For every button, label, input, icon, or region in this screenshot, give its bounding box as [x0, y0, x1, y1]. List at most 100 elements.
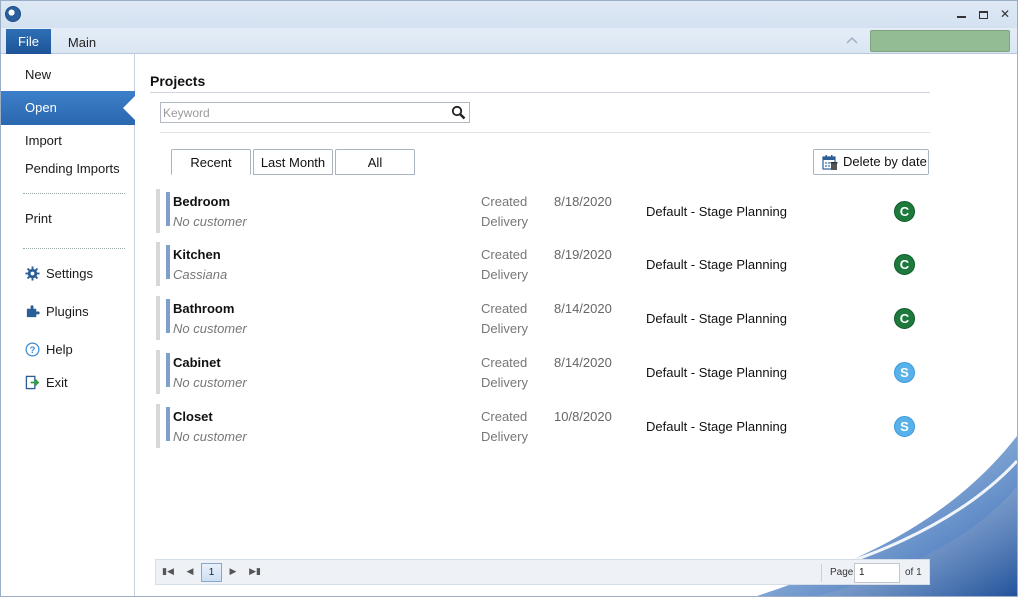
project-process: Default - Stage Planning: [646, 204, 787, 219]
row-margin: [156, 350, 160, 394]
tab-last-month[interactable]: Last Month: [253, 149, 333, 175]
minimize-icon: [956, 15, 966, 18]
status-badge: S: [894, 416, 915, 437]
search-divider: [160, 132, 930, 133]
calendar-delete-icon: [822, 155, 838, 170]
created-date: 8/14/2020: [554, 301, 612, 316]
main-tab[interactable]: Main: [59, 29, 105, 54]
menu-item-help-label: Help: [46, 342, 73, 357]
menu-item-settings[interactable]: Settings: [1, 261, 135, 287]
ribbon-tab-bar: File Main: [1, 28, 1017, 54]
help-icon: ?: [25, 342, 40, 357]
svg-text:?: ?: [30, 345, 36, 355]
project-process: Default - Stage Planning: [646, 311, 787, 326]
menu-item-plugins-label: Plugins: [46, 304, 89, 319]
project-row[interactable]: Closet No customer Created Delivery 10/8…: [156, 404, 926, 448]
pager: ▮◀ ◀ 1 ▶ ▶▮ Page 1 of 1: [155, 559, 930, 585]
menu-item-help[interactable]: ? Help: [1, 337, 135, 363]
menu-item-open[interactable]: Open: [1, 91, 135, 125]
gear-icon: [25, 266, 40, 281]
created-date: 8/14/2020: [554, 355, 612, 370]
backstage-menu: New Open Import Pending Imports Print Se…: [1, 54, 135, 596]
next-page-button[interactable]: ▶: [224, 564, 242, 581]
maximize-icon: [978, 10, 988, 19]
menu-item-print[interactable]: Print: [1, 206, 135, 232]
projects-panel: Projects Recent Last Month All Delete: [136, 54, 1017, 596]
created-date: 8/19/2020: [554, 247, 612, 262]
row-accent-bar: [166, 192, 170, 226]
project-name: Bedroom: [173, 194, 231, 209]
menu-item-new[interactable]: New: [1, 62, 135, 88]
maximize-button[interactable]: [975, 6, 991, 22]
created-date: 10/8/2020: [554, 409, 612, 424]
row-margin: [156, 189, 160, 233]
page-count-label: of 1: [905, 567, 922, 578]
project-row[interactable]: Bedroom No customer Created Delivery 8/1…: [156, 189, 926, 233]
menu-item-exit-label: Exit: [46, 375, 68, 390]
active-arrow-icon: [123, 96, 135, 120]
page-number-button[interactable]: 1: [201, 563, 222, 582]
project-process: Default - Stage Planning: [646, 257, 787, 272]
page-input[interactable]: 1: [854, 563, 900, 583]
menu-item-plugins[interactable]: Plugins: [1, 299, 135, 325]
project-process: Default - Stage Planning: [646, 419, 787, 434]
title-divider: [150, 92, 930, 93]
menu-item-settings-label: Settings: [46, 266, 93, 281]
delivery-label: Delivery: [481, 321, 528, 336]
project-customer: Cassiana: [173, 267, 228, 282]
menu-item-open-label: Open: [25, 100, 57, 115]
exit-icon: [25, 375, 40, 390]
tab-recent[interactable]: Recent: [171, 149, 251, 175]
status-badge: C: [894, 308, 915, 329]
status-indicator: [870, 30, 1010, 52]
row-margin: [156, 242, 160, 286]
row-accent-bar: [166, 245, 170, 279]
search-icon[interactable]: [451, 105, 466, 120]
created-date: 8/18/2020: [554, 194, 612, 209]
menu-separator: [23, 193, 125, 194]
delivery-label: Delivery: [481, 429, 528, 444]
status-badge: C: [894, 254, 915, 275]
project-process: Default - Stage Planning: [646, 365, 787, 380]
app-window: ✕ File Main New Open Import Pending Impo…: [0, 0, 1018, 597]
project-customer: No customer: [173, 321, 247, 336]
previous-page-button[interactable]: ◀: [181, 564, 199, 581]
menu-item-import[interactable]: Import: [1, 128, 135, 154]
minimize-button[interactable]: [953, 6, 969, 22]
delivery-label: Delivery: [481, 375, 528, 390]
project-row[interactable]: Cabinet No customer Created Delivery 8/1…: [156, 350, 926, 394]
delete-by-date-label: Delete by date: [843, 154, 927, 169]
created-label: Created: [481, 247, 528, 262]
created-label: Created: [481, 355, 528, 370]
chevron-up-icon[interactable]: [843, 33, 861, 47]
pager-separator: [821, 564, 822, 582]
row-accent-bar: [166, 353, 170, 387]
file-tab[interactable]: File: [6, 29, 51, 54]
tab-all[interactable]: All: [335, 149, 415, 175]
project-row[interactable]: Bathroom No customer Created Delivery 8/…: [156, 296, 926, 340]
search-box[interactable]: [160, 102, 470, 123]
delivery-label: Delivery: [481, 267, 528, 282]
project-row[interactable]: Kitchen Cassiana Created Delivery 8/19/2…: [156, 242, 926, 286]
close-button[interactable]: ✕: [997, 6, 1013, 22]
search-input[interactable]: [163, 104, 443, 121]
title-bar: ✕: [1, 1, 1017, 28]
project-name: Kitchen: [173, 247, 221, 262]
project-customer: No customer: [173, 429, 247, 444]
delete-by-date-button[interactable]: Delete by date: [813, 149, 929, 175]
row-accent-bar: [166, 407, 170, 441]
status-badge: C: [894, 201, 915, 222]
last-page-button[interactable]: ▶▮: [246, 564, 264, 581]
menu-item-pending-imports[interactable]: Pending Imports: [1, 156, 135, 182]
project-customer: No customer: [173, 375, 247, 390]
page-label: Page: [830, 567, 854, 578]
delivery-label: Delivery: [481, 214, 528, 229]
menu-item-exit[interactable]: Exit: [1, 370, 135, 396]
app-logo-icon: [5, 6, 21, 22]
row-margin: [156, 404, 160, 448]
project-name: Bathroom: [173, 301, 235, 316]
row-margin: [156, 296, 160, 340]
first-page-button[interactable]: ▮◀: [159, 564, 177, 581]
status-badge: S: [894, 362, 915, 383]
project-name: Cabinet: [173, 355, 221, 370]
